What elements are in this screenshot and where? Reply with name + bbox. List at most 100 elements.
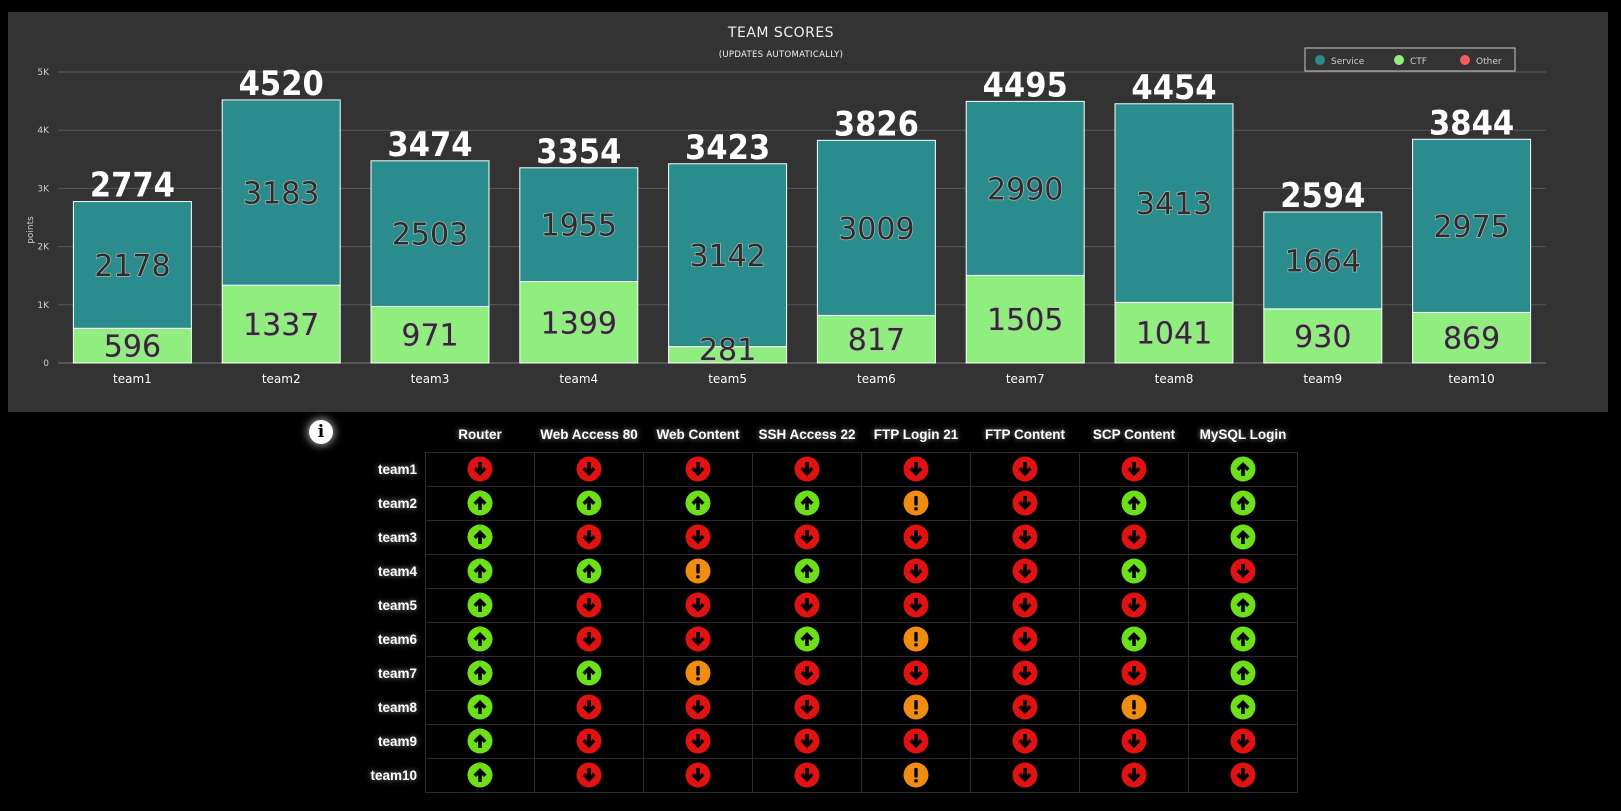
arrow-down-circle-icon[interactable] [1121,456,1147,482]
arrow-up-circle-icon[interactable] [576,490,602,516]
status-cell [970,451,1080,487]
arrow-up-circle-icon[interactable] [1230,592,1256,618]
arrow-down-circle-icon[interactable] [685,728,711,754]
arrow-down-circle-icon[interactable] [1121,728,1147,754]
column-header: SSH Access 22 [758,427,856,443]
arrow-down-circle-icon[interactable] [1230,558,1256,584]
arrow-up-circle-icon[interactable] [467,524,493,550]
arrow-down-circle-icon[interactable] [903,728,929,754]
arrow-down-circle-icon[interactable] [1121,762,1147,788]
arrow-up-circle-icon[interactable] [1230,524,1256,550]
arrow-down-circle-icon[interactable] [1012,490,1038,516]
exclamation-circle-icon[interactable] [1121,694,1147,720]
exclamation-circle-icon[interactable] [903,626,929,652]
arrow-down-circle-icon[interactable] [1012,762,1038,788]
arrow-up-circle-icon[interactable] [1121,558,1147,584]
info-icon[interactable]: i [309,420,333,444]
arrow-up-circle-icon[interactable] [1121,490,1147,516]
arrow-up-circle-icon[interactable] [467,626,493,652]
row-team-label: team1 [377,461,417,477]
exclamation-circle-icon[interactable] [685,660,711,686]
arrow-up-circle-icon[interactable] [467,592,493,618]
arrow-up-circle-icon[interactable] [1230,660,1256,686]
arrow-down-circle-icon[interactable] [467,456,493,482]
arrow-down-circle-icon[interactable] [1230,728,1256,754]
arrow-up-circle-icon[interactable] [467,694,493,720]
arrow-down-circle-icon[interactable] [794,592,820,618]
arrow-down-circle-icon[interactable] [576,626,602,652]
arrow-up-circle-icon[interactable] [794,626,820,652]
legend-item-ctf[interactable]: CTF [1410,57,1427,67]
x-tick-label: team10 [1448,372,1494,386]
arrow-up-circle-icon[interactable] [1121,626,1147,652]
arrow-down-circle-icon[interactable] [685,592,711,618]
total-data-label: 3474 [387,125,472,165]
arrow-down-circle-icon[interactable] [1121,660,1147,686]
status-cell [1188,723,1298,759]
column-header: Web Content [656,427,740,443]
ctf-data-label: 1505 [987,303,1063,338]
arrow-up-circle-icon[interactable] [1230,456,1256,482]
column-header: FTP Content [985,427,1065,443]
status-cell [970,757,1080,793]
arrow-down-circle-icon[interactable] [576,524,602,550]
arrow-down-circle-icon[interactable] [1012,728,1038,754]
arrow-down-circle-icon[interactable] [1012,660,1038,686]
arrow-down-circle-icon[interactable] [1012,558,1038,584]
arrow-down-circle-icon[interactable] [685,762,711,788]
arrow-down-circle-icon[interactable] [576,728,602,754]
arrow-up-circle-icon[interactable] [467,728,493,754]
status-cell [970,485,1080,521]
arrow-down-circle-icon[interactable] [685,694,711,720]
arrow-down-circle-icon[interactable] [794,694,820,720]
arrow-down-circle-icon[interactable] [903,456,929,482]
arrow-down-circle-icon[interactable] [794,660,820,686]
table-row: team8 [340,689,1298,725]
arrow-up-circle-icon[interactable] [1230,694,1256,720]
arrow-down-circle-icon[interactable] [794,524,820,550]
arrow-up-circle-icon[interactable] [1230,490,1256,516]
arrow-down-circle-icon[interactable] [1121,592,1147,618]
legend-item-service[interactable]: Service [1331,57,1365,67]
legend-item-other[interactable]: Other [1476,57,1502,67]
arrow-down-circle-icon[interactable] [1121,524,1147,550]
arrow-down-circle-icon[interactable] [1012,626,1038,652]
arrow-down-circle-icon[interactable] [685,524,711,550]
arrow-down-circle-icon[interactable] [1012,592,1038,618]
legend-marker-service [1315,55,1325,65]
arrow-up-circle-icon[interactable] [576,660,602,686]
arrow-down-circle-icon[interactable] [685,626,711,652]
arrow-up-circle-icon[interactable] [1230,626,1256,652]
arrow-down-circle-icon[interactable] [1230,762,1256,788]
arrow-down-circle-icon[interactable] [794,456,820,482]
arrow-down-circle-icon[interactable] [794,728,820,754]
exclamation-circle-icon[interactable] [685,558,711,584]
arrow-down-circle-icon[interactable] [903,592,929,618]
exclamation-circle-icon[interactable] [903,694,929,720]
arrow-down-circle-icon[interactable] [903,524,929,550]
arrow-down-circle-icon[interactable] [794,762,820,788]
table-header-row: Router Web Access 80 Web Content SSH Access… [340,418,1298,452]
arrow-down-circle-icon[interactable] [685,456,711,482]
arrow-up-circle-icon[interactable] [467,660,493,686]
arrow-down-circle-icon[interactable] [903,660,929,686]
arrow-down-circle-icon[interactable] [576,694,602,720]
arrow-up-circle-icon[interactable] [467,558,493,584]
exclamation-circle-icon[interactable] [903,762,929,788]
arrow-up-circle-icon[interactable] [685,490,711,516]
arrow-down-circle-icon[interactable] [1012,694,1038,720]
exclamation-circle-icon[interactable] [903,490,929,516]
arrow-up-circle-icon[interactable] [794,490,820,516]
arrow-down-circle-icon[interactable] [576,456,602,482]
arrow-up-circle-icon[interactable] [467,762,493,788]
arrow-up-circle-icon[interactable] [576,558,602,584]
arrow-down-circle-icon[interactable] [576,592,602,618]
arrow-down-circle-icon[interactable] [1012,456,1038,482]
arrow-down-circle-icon[interactable] [1012,524,1038,550]
status-cell [1188,655,1298,691]
arrow-up-circle-icon[interactable] [467,490,493,516]
arrow-down-circle-icon[interactable] [576,762,602,788]
arrow-down-circle-icon[interactable] [903,558,929,584]
arrow-up-circle-icon[interactable] [794,558,820,584]
status-cell [1079,553,1189,589]
